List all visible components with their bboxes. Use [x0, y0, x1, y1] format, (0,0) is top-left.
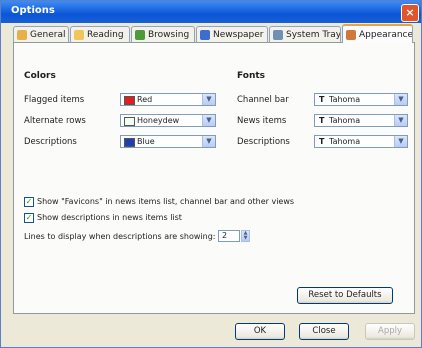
- general-icon: [17, 29, 27, 40]
- close-button[interactable]: Close: [299, 323, 349, 340]
- show-descriptions-checkbox[interactable]: ✓: [24, 213, 34, 223]
- color-swatch: [124, 117, 135, 126]
- chevron-down-icon[interactable]: ▼: [202, 94, 215, 105]
- reading-icon: [74, 29, 84, 40]
- appearance-icon: [346, 29, 356, 40]
- descriptions-font-select[interactable]: T Tahoma ▼: [314, 135, 408, 148]
- tab-system-tray[interactable]: System Tray: [269, 26, 341, 42]
- tab-newspaper[interactable]: Newspaper: [196, 26, 268, 42]
- colors-heading: Colors: [24, 71, 56, 81]
- newspaper-icon: [200, 29, 210, 40]
- browsing-icon: [135, 29, 145, 40]
- tab-label: Newspaper: [213, 29, 264, 40]
- chevron-down-icon[interactable]: ▼: [394, 136, 407, 147]
- font-icon: T: [319, 137, 325, 146]
- system-tray-icon: [273, 29, 283, 40]
- selected-value: Blue: [137, 137, 155, 146]
- title-bar[interactable]: Options ×: [1, 1, 421, 23]
- chevron-down-icon[interactable]: ▼: [394, 94, 407, 105]
- channel-bar-label: Channel bar: [237, 95, 289, 105]
- show-descriptions-label: Show descriptions in news items list: [37, 213, 182, 222]
- chevron-down-icon[interactable]: ▼: [394, 115, 407, 126]
- tab-reading[interactable]: Reading: [70, 26, 130, 42]
- chevron-down-icon[interactable]: ▼: [202, 115, 215, 126]
- descriptions-color-select[interactable]: Blue ▼: [120, 135, 216, 148]
- appearance-panel: Colors Flagged items Red ▼ Alternate row…: [13, 42, 415, 314]
- lines-stepper[interactable]: ▲ ▼: [241, 230, 250, 242]
- font-icon: T: [319, 95, 325, 104]
- tab-label: System Tray: [286, 29, 341, 40]
- news-items-label: News items: [237, 116, 287, 126]
- descriptions-color-label: Descriptions: [24, 137, 77, 147]
- alternate-rows-color-select[interactable]: Honeydew ▼: [120, 114, 216, 127]
- apply-button: Apply: [365, 323, 415, 340]
- tab-label: Reading: [87, 29, 124, 40]
- flagged-items-color-select[interactable]: Red ▼: [120, 93, 216, 106]
- descriptions-font-label: Descriptions: [237, 137, 290, 147]
- selected-value: Tahoma: [329, 137, 361, 146]
- news-items-font-select[interactable]: T Tahoma ▼: [314, 114, 408, 127]
- selected-value: Honeydew: [137, 116, 180, 125]
- tab-label: Browsing: [148, 29, 190, 40]
- window-title: Options: [11, 5, 55, 16]
- tab-label: Appearance: [359, 29, 413, 40]
- tab-label: General: [30, 29, 66, 40]
- selected-value: Tahoma: [329, 95, 361, 104]
- tab-browsing[interactable]: Browsing: [131, 26, 195, 42]
- tab-general[interactable]: General: [13, 26, 69, 42]
- ok-button[interactable]: OK: [235, 323, 285, 340]
- lines-to-display-label: Lines to display when descriptions are s…: [24, 232, 216, 241]
- color-swatch: [124, 138, 135, 147]
- color-swatch: [124, 96, 135, 105]
- selected-value: Tahoma: [329, 116, 361, 125]
- font-icon: T: [319, 116, 325, 125]
- close-window-button[interactable]: ×: [401, 4, 419, 22]
- tab-strip: General Reading Browsing Newspaper Syste…: [13, 24, 413, 43]
- tab-appearance[interactable]: Appearance: [342, 24, 413, 43]
- alternate-rows-label: Alternate rows: [24, 116, 86, 126]
- fonts-heading: Fonts: [237, 71, 266, 81]
- lines-to-display-input[interactable]: 2: [218, 230, 240, 242]
- show-favicons-checkbox[interactable]: ✓: [24, 197, 34, 207]
- channel-bar-font-select[interactable]: T Tahoma ▼: [314, 93, 408, 106]
- flagged-items-label: Flagged items: [24, 95, 85, 105]
- options-dialog: Options × General Reading Browsing Newsp…: [0, 0, 422, 348]
- selected-value: Red: [137, 95, 153, 104]
- reset-to-defaults-button[interactable]: Reset to Defaults: [297, 287, 393, 304]
- show-favicons-label: Show "Favicons" in news items list, chan…: [37, 197, 295, 206]
- chevron-down-icon[interactable]: ▼: [202, 136, 215, 147]
